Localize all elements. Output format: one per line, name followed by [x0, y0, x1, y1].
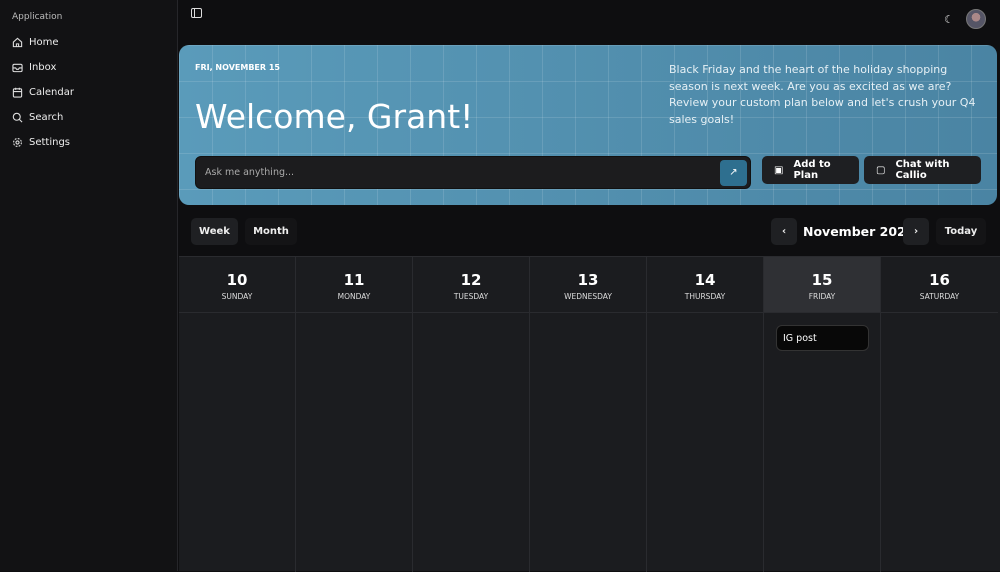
- sidebar-item-label: Search: [29, 112, 64, 123]
- sidebar-item-home[interactable]: Home: [12, 30, 165, 55]
- today-button[interactable]: Today: [936, 218, 986, 245]
- week-calendar-grid: 10 SUNDAY 11 MONDAY 12 TUESDAY 13 WEDNESDAY …: [179, 256, 1000, 572]
- day-number: 11: [343, 271, 365, 289]
- ask-input[interactable]: [196, 157, 696, 188]
- day-number: 13: [577, 271, 599, 289]
- day-number: 10: [226, 271, 248, 289]
- current-month: November 2024: [803, 224, 915, 239]
- day-name: TUESDAY: [453, 292, 489, 301]
- day-number: 15: [811, 271, 833, 289]
- chat-with-callio-button[interactable]: ▢ Chat with Callio: [864, 156, 981, 184]
- top-bar: ☾: [179, 0, 1000, 40]
- day-column[interactable]: 12 TUESDAY: [413, 257, 530, 572]
- day-column[interactable]: 13 WEDNESDAY: [530, 257, 647, 572]
- sidebar: Application Home Inbox Calendar Search S…: [0, 0, 178, 571]
- day-name: THURSDAY: [684, 292, 726, 301]
- avatar[interactable]: [966, 9, 986, 29]
- week-view-button[interactable]: Week: [191, 218, 238, 245]
- day-column[interactable]: 11 MONDAY: [296, 257, 413, 572]
- day-name: FRIDAY: [808, 292, 836, 301]
- day-name: SUNDAY: [221, 292, 253, 301]
- day-column[interactable]: 16 SATURDAY: [881, 257, 998, 572]
- send-button[interactable]: ↗: [720, 160, 747, 186]
- sidebar-item-settings[interactable]: Settings: [12, 130, 165, 155]
- day-column[interactable]: 10 SUNDAY: [179, 257, 296, 572]
- banner-date: FRI, NOVEMBER 15: [195, 63, 280, 72]
- welcome-heading: Welcome, Grant!: [195, 97, 474, 136]
- sidebar-item-label: Home: [29, 37, 59, 48]
- sidebar-toggle-icon[interactable]: [191, 8, 202, 18]
- month-view-button[interactable]: Month: [245, 218, 297, 245]
- sidebar-item-calendar[interactable]: Calendar: [12, 80, 165, 105]
- day-column[interactable]: 14 THURSDAY: [647, 257, 764, 572]
- chevron-left-icon: ‹: [781, 226, 787, 237]
- home-icon: [12, 37, 23, 48]
- arrow-up-right-icon: ↗: [729, 167, 738, 178]
- sidebar-item-label: Settings: [29, 137, 71, 148]
- welcome-banner: FRI, NOVEMBER 15 Welcome, Grant! Black F…: [179, 45, 997, 205]
- gear-icon: [13, 138, 22, 147]
- add-to-plan-button[interactable]: ▣ Add to Plan: [762, 156, 859, 184]
- inbox-icon: [12, 63, 23, 73]
- calendar-clock-icon: ▣: [774, 164, 784, 176]
- sidebar-item-inbox[interactable]: Inbox: [12, 55, 165, 80]
- message-square-icon: ▢: [876, 164, 886, 176]
- day-column-today[interactable]: 15 FRIDAY IG post: [764, 257, 881, 572]
- day-name: SATURDAY: [919, 292, 960, 301]
- chevron-right-icon: ›: [913, 226, 919, 237]
- ask-box: ↗: [195, 156, 751, 189]
- next-month-button[interactable]: ›: [903, 218, 929, 245]
- add-to-plan-label: Add to Plan: [793, 159, 831, 181]
- sidebar-item-label: Calendar: [29, 87, 74, 98]
- sidebar-title: Application: [12, 12, 63, 22]
- prev-month-button[interactable]: ‹: [771, 218, 797, 245]
- day-number: 16: [929, 271, 950, 289]
- sidebar-item-label: Inbox: [29, 62, 57, 73]
- calendar-icon: [12, 87, 23, 98]
- search-icon: [12, 112, 23, 123]
- day-name: MONDAY: [337, 292, 371, 301]
- day-name: WEDNESDAY: [564, 292, 612, 301]
- day-number: 14: [694, 271, 716, 289]
- sidebar-item-search[interactable]: Search: [12, 105, 165, 130]
- banner-message: Black Friday and the heart of the holida…: [669, 63, 976, 126]
- chat-label: Chat with Callio: [895, 159, 950, 181]
- day-number: 12: [460, 271, 482, 289]
- dark-mode-moon-icon[interactable]: ☾: [944, 13, 954, 26]
- calendar-event[interactable]: IG post: [776, 325, 869, 351]
